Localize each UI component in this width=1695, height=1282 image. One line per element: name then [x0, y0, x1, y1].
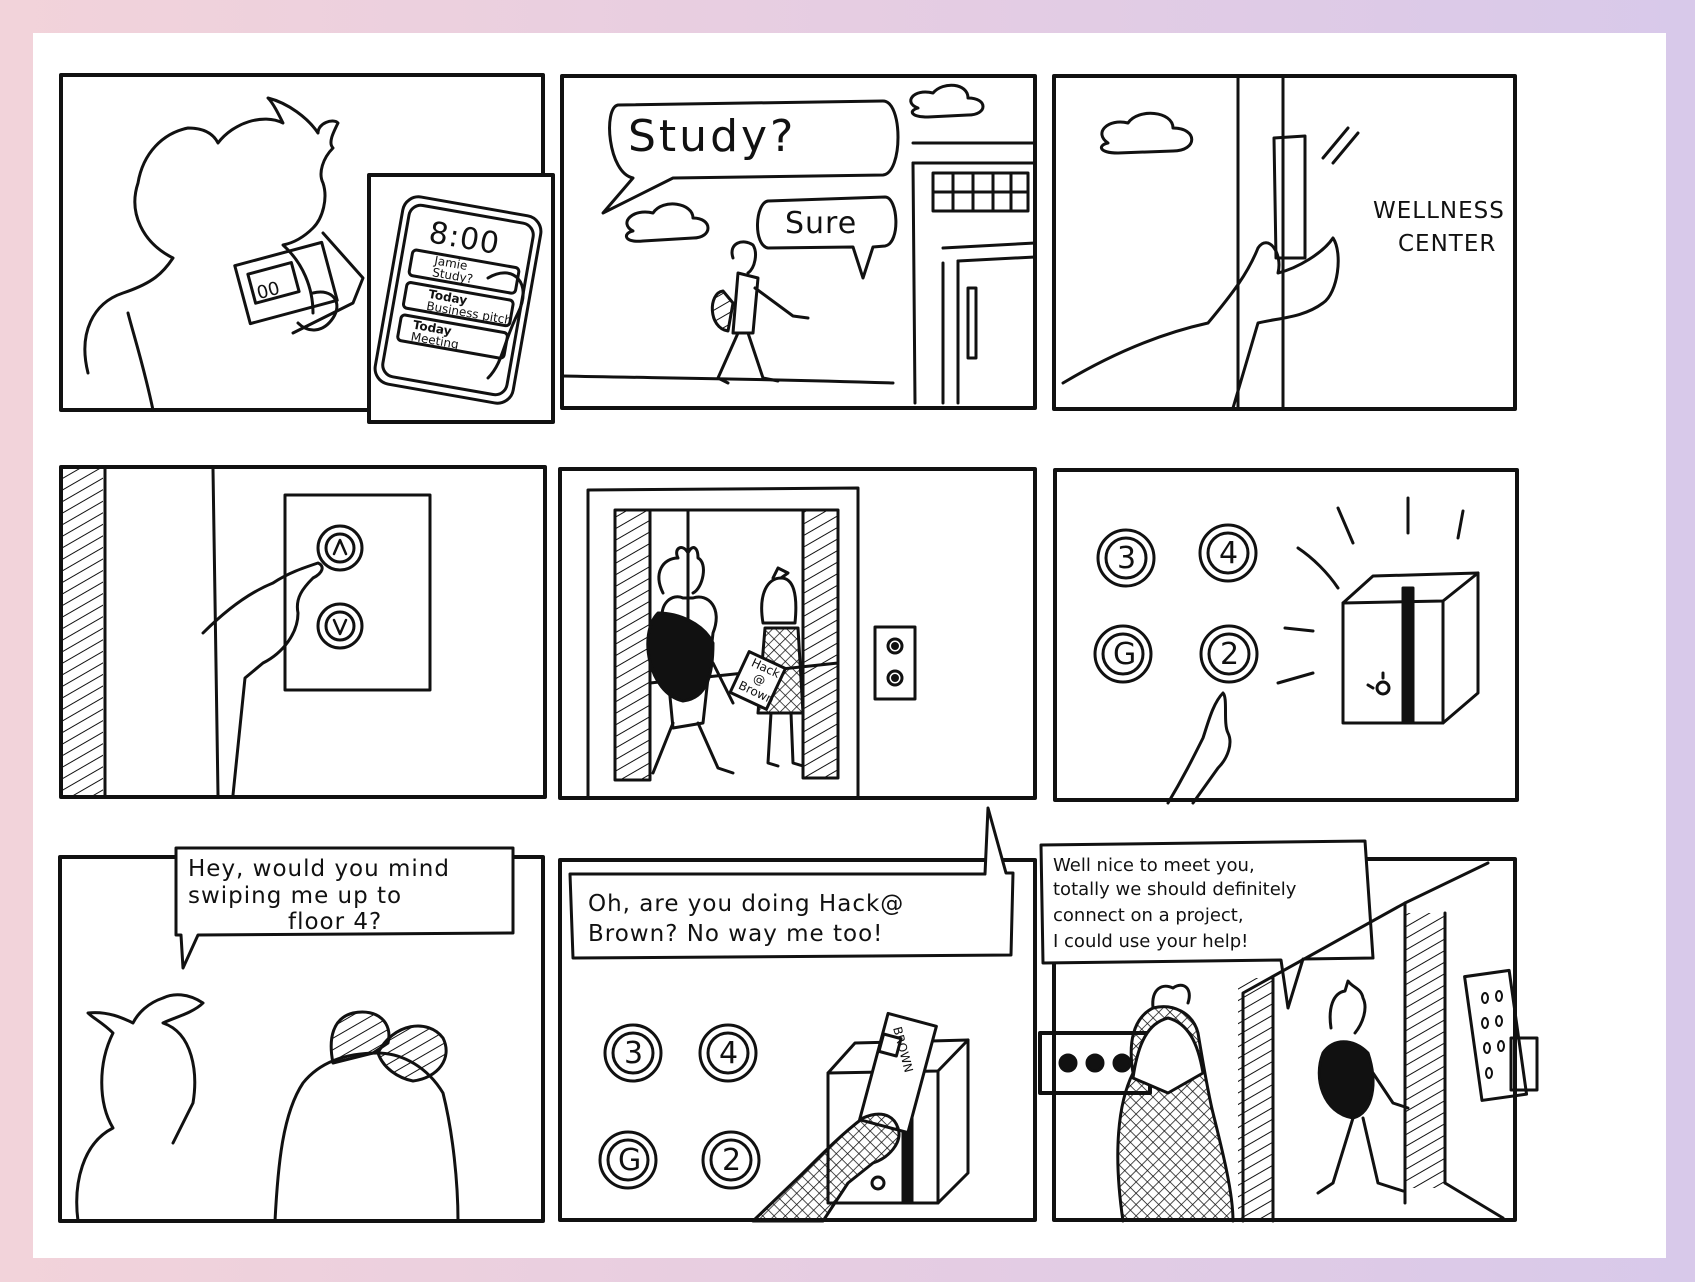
- wall-panel: [1463, 968, 1529, 1102]
- person-front: Hack @ Brown: [728, 566, 805, 768]
- person-back: [646, 546, 735, 775]
- card-reader: [1341, 571, 1480, 725]
- door-handle: [966, 286, 978, 360]
- walking-person: [710, 240, 810, 385]
- panel-7: Hey, would you mind swiping me up to flo…: [58, 846, 545, 1223]
- man-in-elevator: [1316, 979, 1410, 1195]
- door-right: [801, 508, 840, 780]
- bubble-line-1: Oh, are you doing Hack@: [588, 891, 904, 917]
- panel-3: WELLNESS CENTER: [1052, 74, 1517, 411]
- speech-bubble-study: Study?: [601, 99, 900, 215]
- bubble-sure-text: Sure: [785, 206, 857, 241]
- speech-bubble-floor4: Hey, would you mind swiping me up to flo…: [174, 846, 515, 970]
- floor-button-2-label: 2: [722, 1143, 742, 1178]
- person-right-back: [273, 1051, 460, 1223]
- storyboard-page: 00 8:00 Jamie Study? Today Business pitc…: [33, 33, 1666, 1258]
- building: [911, 141, 1037, 405]
- storyboard-canvas: 00 8:00 Jamie Study? Today Business pitc…: [58, 73, 1539, 1223]
- bubble-line-1: Well nice to meet you,: [1053, 855, 1255, 876]
- bubble-line-2: totally we should definitely: [1053, 879, 1297, 900]
- person-left-profile: [75, 993, 205, 1223]
- door-left: [613, 508, 652, 782]
- bubble-line-1: Hey, would you mind: [188, 856, 450, 882]
- floor-button-2-label: 2: [1220, 637, 1240, 672]
- speech-bubble-nice-to-meet: Well nice to meet you, totally we should…: [1039, 839, 1375, 1010]
- card-digits: 00: [255, 278, 283, 304]
- bubble-line-2: swiping me up to: [188, 883, 402, 909]
- hand-holding-card: 00: [233, 231, 365, 335]
- arm-pulling-door: [1061, 236, 1340, 410]
- card-reader-slot: [1401, 586, 1415, 725]
- bubble-line-3: connect on a project,: [1053, 905, 1244, 926]
- floor-button-3-label: 3: [624, 1036, 644, 1071]
- floor-button-g-label: G: [618, 1143, 642, 1178]
- panel-4: [59, 465, 547, 799]
- panel-1: 00 8:00 Jamie Study? Today Business pitc…: [59, 73, 555, 424]
- panel-2: Study? Sure: [560, 74, 1037, 410]
- cloud-left: [625, 202, 710, 243]
- floor-button-g-label: G: [1113, 637, 1137, 672]
- floor-button-3-label: 3: [1117, 541, 1137, 576]
- floor-buttons: 3 4 G 2: [1093, 523, 1259, 684]
- floor-button-4-label: 4: [719, 1036, 739, 1071]
- bubble-line-2: Brown? No way me too!: [588, 921, 883, 947]
- bubble-line-4: I could use your help!: [1053, 931, 1248, 952]
- cloud: [1099, 111, 1194, 155]
- speech-bubble-hackbrown: Oh, are you doing Hack@ Brown? No way me…: [568, 806, 1015, 960]
- floor-button-4-label: 4: [1219, 536, 1239, 571]
- panel-6: 3 4 G 2: [1053, 468, 1519, 805]
- panel-8: Oh, are you doing Hack@ Brown? No way me…: [558, 806, 1037, 1223]
- door-handle: [1272, 134, 1307, 260]
- glow-line: [1296, 546, 1340, 590]
- sign-wellness: WELLNESS: [1373, 198, 1505, 224]
- woman-back: [1116, 983, 1235, 1223]
- phone-inset: 8:00 Jamie Study? Today Business pitch T…: [367, 173, 555, 424]
- panel-5: Hack @ Brown: [558, 467, 1037, 800]
- bubble-study-text: Study?: [628, 111, 796, 162]
- bubble-line-3: floor 4?: [288, 909, 382, 935]
- door-left-shading: [1238, 978, 1273, 1218]
- floor-buttons-2: 3 4 G 2: [598, 1023, 761, 1190]
- wall-shading: [63, 469, 103, 795]
- cloud-right: [909, 83, 985, 119]
- speech-bubble-sure: Sure: [756, 195, 898, 280]
- person-silhouette: [83, 96, 340, 412]
- call-panel: [283, 493, 432, 692]
- door-right-shading: [1405, 913, 1445, 1188]
- sign-center: CENTER: [1398, 231, 1496, 257]
- pointing-finger: [1166, 691, 1232, 805]
